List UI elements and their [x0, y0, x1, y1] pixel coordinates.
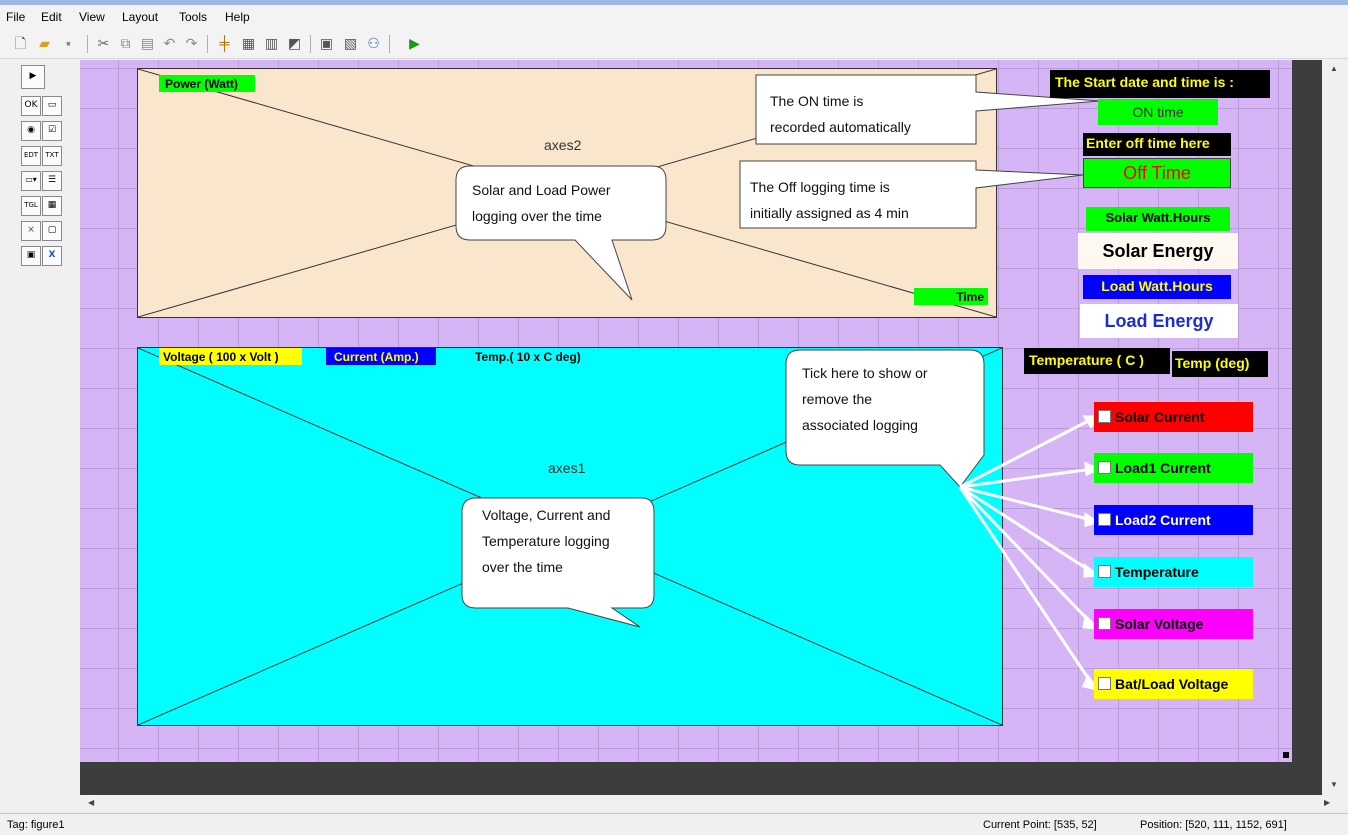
tick-callout: Tick here to show or remove the associat…	[802, 360, 928, 438]
tick-callout-line: remove the	[802, 391, 873, 407]
voltage-callout: Voltage, Current and Temperature logging…	[482, 502, 610, 580]
off-time-callout-line: The Off logging time is	[750, 179, 890, 195]
checkbox-square[interactable]	[1098, 617, 1111, 631]
solar-energy-value: Solar Energy	[1078, 233, 1238, 269]
checkbox-square[interactable]	[1098, 461, 1111, 475]
checkbox-label: Load2 Current	[1115, 512, 1211, 528]
off-time-label: Enter off time here	[1083, 133, 1231, 156]
checkbox-square[interactable]	[1098, 677, 1111, 691]
solar-watt-hours-label: Solar Watt.Hours	[1086, 207, 1230, 231]
voltage-callout-line: Voltage, Current and	[482, 507, 611, 523]
on-time-callout: The ON time is recorded automatically	[770, 88, 911, 140]
load2-current-checkbox[interactable]: Load2 Current	[1094, 505, 1253, 535]
load-energy-value: Load Energy	[1080, 304, 1238, 338]
on-time-field[interactable]: ON time	[1098, 99, 1218, 125]
checkbox-label: Temperature	[1115, 564, 1199, 580]
scroll-left-icon[interactable]: ◀	[88, 798, 94, 807]
temperature-checkbox[interactable]: Temperature	[1094, 557, 1253, 587]
temperature-label: Temperature ( C )	[1024, 348, 1170, 374]
solar-voltage-checkbox[interactable]: Solar Voltage	[1094, 609, 1253, 639]
checkbox-square[interactable]	[1098, 410, 1111, 424]
on-time-callout-line: recorded automatically	[770, 119, 911, 135]
current-point-readout: Current Point: [535, 52]	[983, 819, 1097, 831]
checkbox-square[interactable]	[1098, 513, 1111, 527]
horizontal-scrollbar[interactable]: ◀ ▶	[80, 795, 1348, 813]
scroll-up-icon[interactable]: ▲	[1330, 64, 1338, 73]
tag-readout: Tag: figure1	[7, 819, 65, 831]
checkbox-label: Solar Current	[1115, 409, 1205, 425]
tick-callout-line: associated logging	[802, 417, 918, 433]
voltage-callout-line: Temperature logging	[482, 533, 610, 549]
load1-current-checkbox[interactable]: Load1 Current	[1094, 453, 1253, 483]
scroll-down-icon[interactable]: ▼	[1330, 780, 1338, 789]
scroll-right-icon[interactable]: ▶	[1324, 798, 1330, 807]
power-callout-line: logging over the time	[472, 208, 602, 224]
off-time-callout-line: initially assigned as 4 min	[750, 205, 909, 221]
checkbox-label: Solar Voltage	[1115, 616, 1204, 632]
voltage-callout-line: over the time	[482, 559, 563, 575]
tick-callout-line: Tick here to show or	[802, 365, 928, 381]
bat-load-voltage-checkbox[interactable]: Bat/Load Voltage	[1094, 669, 1253, 699]
checkbox-label: Load1 Current	[1115, 460, 1211, 476]
position-readout: Position: [520, 111, 1152, 691]	[1140, 819, 1287, 831]
on-time-callout-line: The ON time is	[770, 93, 864, 109]
load-watt-hours-label: Load Watt.Hours	[1083, 275, 1231, 299]
status-bar: Tag: figure1 Current Point: [535, 52] Po…	[0, 813, 1348, 835]
off-time-callout: The Off logging time is initially assign…	[740, 162, 976, 228]
checkbox-label: Bat/Load Voltage	[1115, 676, 1229, 692]
power-callout-line: Solar and Load Power	[472, 182, 611, 198]
start-date-label: The Start date and time is :	[1050, 70, 1270, 98]
off-time-input[interactable]: Off Time	[1083, 158, 1231, 188]
solar-current-checkbox[interactable]: Solar Current	[1094, 402, 1253, 432]
checkbox-square[interactable]	[1098, 565, 1111, 579]
vertical-scrollbar[interactable]: ▲ ▼	[1322, 60, 1348, 795]
power-callout: Solar and Load Power logging over the ti…	[472, 177, 611, 229]
temperature-value: Temp (deg)	[1172, 351, 1268, 377]
